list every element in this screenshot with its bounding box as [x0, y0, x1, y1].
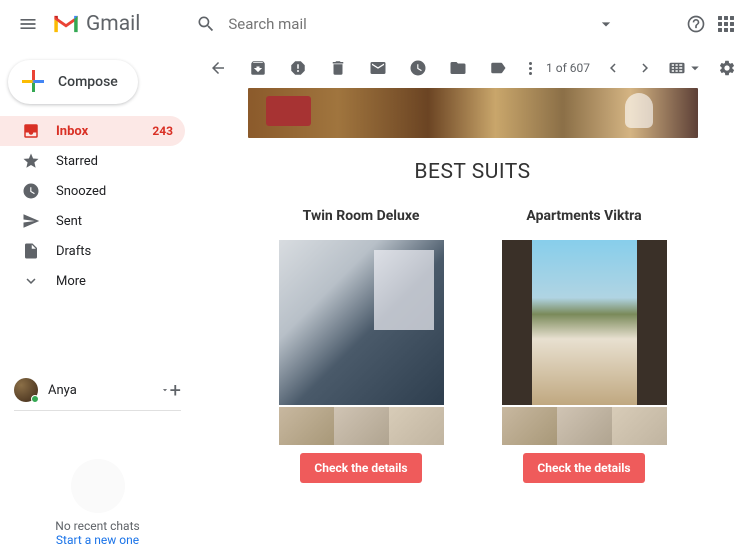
thumbnail[interactable]: [334, 407, 389, 445]
sidebar: Compose Inbox 243 Starred Snoozed Sent D…: [0, 48, 195, 555]
chats-empty-state: No recent chats Start a new one: [0, 459, 195, 547]
message-toolbar: 1 of 607: [195, 48, 750, 88]
sidebar-item-snoozed[interactable]: Snoozed: [0, 176, 185, 206]
start-chat-link[interactable]: Start a new one: [0, 533, 195, 547]
main-content: 1 of 607 BEST SUITS Twin Room Deluxe C: [195, 48, 750, 555]
snooze-icon[interactable]: [409, 59, 427, 77]
card-image[interactable]: [502, 240, 667, 405]
main-menu-button[interactable]: [8, 4, 48, 44]
gmail-logo[interactable]: Gmail: [52, 12, 140, 36]
delete-icon[interactable]: [329, 59, 347, 77]
drafts-icon: [22, 242, 40, 260]
cards-row: Twin Room Deluxe Check the details Apart…: [215, 208, 730, 483]
inbox-icon: [22, 122, 40, 140]
archive-icon[interactable]: [249, 59, 267, 77]
sidebar-item-sent[interactable]: Sent: [0, 206, 185, 236]
check-details-button[interactable]: Check the details: [300, 453, 421, 483]
thumbnail[interactable]: [557, 407, 612, 445]
card-thumbnails: [502, 407, 667, 445]
support-icon[interactable]: [686, 14, 706, 34]
card-thumbnails: [279, 407, 444, 445]
input-tools-button[interactable]: [668, 59, 704, 77]
chevron-down-icon: [22, 272, 40, 290]
caret-down-icon[interactable]: [160, 385, 170, 395]
google-apps-icon[interactable]: [718, 16, 734, 32]
settings-icon[interactable]: [718, 59, 736, 77]
sidebar-item-starred[interactable]: Starred: [0, 146, 185, 176]
send-icon: [22, 212, 40, 230]
sidebar-item-label: Starred: [56, 154, 173, 169]
card-title: Twin Room Deluxe: [279, 208, 444, 224]
sidebar-item-label: Inbox: [56, 124, 152, 139]
prev-message-icon[interactable]: [604, 59, 622, 77]
pagination-position: 1 of 607: [546, 61, 590, 75]
back-icon[interactable]: [209, 59, 227, 77]
search-options-dropdown[interactable]: [596, 14, 616, 34]
hangouts-empty-icon: [71, 459, 125, 513]
hamburger-icon: [18, 14, 38, 34]
keyboard-icon: [668, 59, 686, 77]
inbox-count: 243: [152, 124, 173, 138]
header: Gmail: [0, 0, 750, 48]
search-input[interactable]: [228, 15, 596, 33]
sidebar-item-drafts[interactable]: Drafts: [0, 236, 185, 266]
avatar: [14, 378, 38, 402]
compose-button[interactable]: Compose: [8, 60, 138, 104]
toolbar-left: [209, 59, 532, 77]
hangouts-section: Anya +: [0, 374, 195, 415]
gmail-logo-text: Gmail: [86, 12, 140, 36]
gmail-icon: [52, 13, 80, 35]
caret-down-icon: [686, 59, 704, 77]
hangouts-user-row[interactable]: Anya +: [14, 374, 181, 406]
sidebar-item-label: Snoozed: [56, 184, 173, 199]
section-title: BEST SUITS: [215, 160, 730, 184]
email-body: BEST SUITS Twin Room Deluxe Check the de…: [195, 88, 750, 483]
thumbnail[interactable]: [389, 407, 444, 445]
header-actions: [686, 14, 742, 34]
sidebar-item-more[interactable]: More: [0, 266, 185, 296]
labels-icon[interactable]: [489, 59, 507, 77]
card-image[interactable]: [279, 240, 444, 405]
chats-empty-text: No recent chats: [0, 519, 195, 533]
more-actions-icon[interactable]: [529, 62, 532, 75]
search-icon: [196, 14, 216, 34]
new-chat-button[interactable]: +: [170, 378, 181, 402]
spam-icon[interactable]: [289, 59, 307, 77]
hangouts-user-name: Anya: [48, 383, 160, 398]
compose-label: Compose: [58, 74, 118, 90]
toolbar-right: 1 of 607: [546, 59, 736, 77]
thumbnail[interactable]: [502, 407, 557, 445]
divider: [14, 410, 181, 411]
thumbnail[interactable]: [612, 407, 667, 445]
mark-unread-icon[interactable]: [369, 59, 387, 77]
hero-image: [248, 88, 698, 138]
presence-indicator: [31, 395, 39, 403]
sidebar-item-label: Drafts: [56, 244, 173, 259]
sidebar-item-inbox[interactable]: Inbox 243: [0, 116, 185, 146]
sidebar-item-label: Sent: [56, 214, 173, 229]
room-card: Twin Room Deluxe Check the details: [279, 208, 444, 483]
plus-icon: [20, 68, 48, 96]
card-title: Apartments Viktra: [502, 208, 667, 224]
star-icon: [22, 152, 40, 170]
sidebar-item-label: More: [56, 274, 173, 289]
check-details-button[interactable]: Check the details: [523, 453, 644, 483]
thumbnail[interactable]: [279, 407, 334, 445]
clock-icon: [22, 182, 40, 200]
search-bar[interactable]: [196, 4, 616, 44]
move-to-icon[interactable]: [449, 59, 467, 77]
room-card: Apartments Viktra Check the details: [502, 208, 667, 483]
next-message-icon[interactable]: [636, 59, 654, 77]
